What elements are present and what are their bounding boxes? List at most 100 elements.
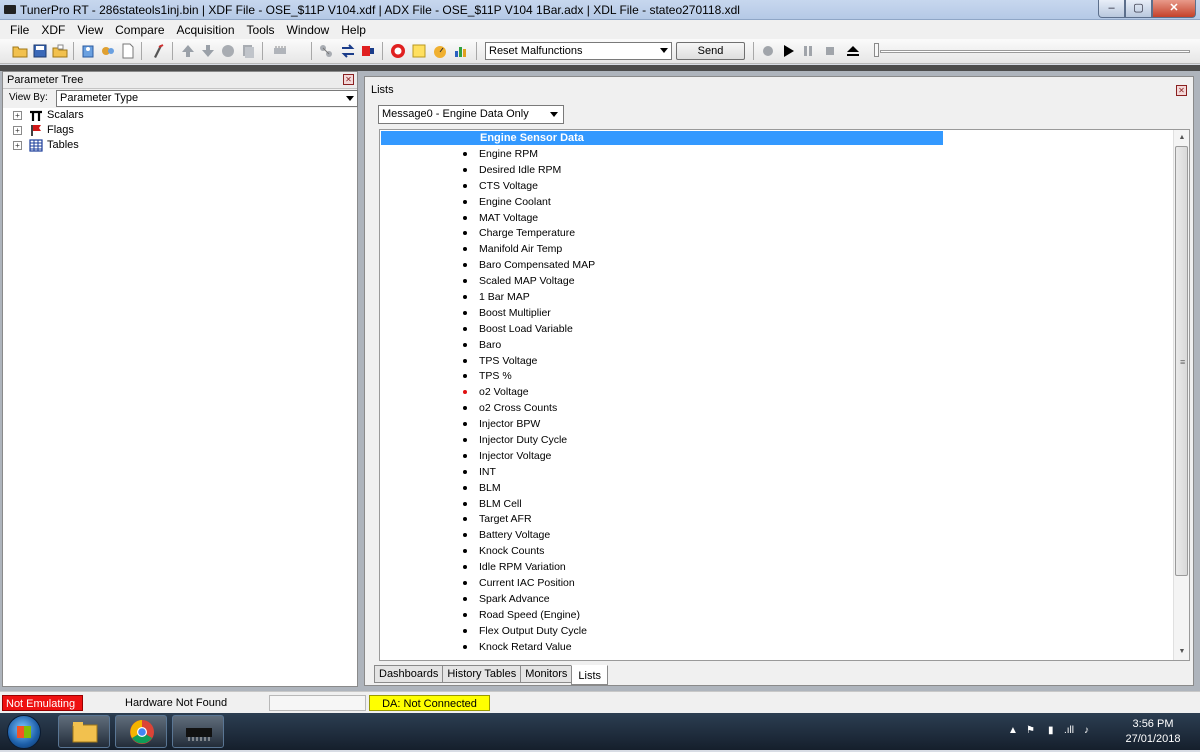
expand-icon[interactable]: + [13, 126, 22, 135]
list-item[interactable]: MAT Voltage [380, 210, 1175, 226]
tree-item-tables[interactable]: + Tables [3, 138, 357, 153]
save-icon[interactable] [32, 43, 48, 59]
list-item[interactable]: Current IAC Position [380, 575, 1175, 591]
list-item[interactable]: INT [380, 464, 1175, 480]
tab-dashboards[interactable]: Dashboards [374, 665, 444, 683]
list-item[interactable]: Boost Multiplier [380, 305, 1175, 321]
menu-file[interactable]: File [4, 23, 35, 37]
play-icon[interactable] [780, 43, 796, 59]
close-icon[interactable]: ✕ [1176, 85, 1187, 96]
gauge-icon[interactable] [432, 43, 448, 59]
tab-monitors[interactable]: Monitors [520, 665, 573, 683]
menu-tools[interactable]: Tools [241, 23, 281, 37]
list-item[interactable]: Knock Counts [380, 543, 1175, 559]
list-item[interactable]: Idle RPM Variation [380, 559, 1175, 575]
open-folder-icon[interactable] [12, 43, 28, 59]
arrow-down-icon[interactable] [200, 43, 216, 59]
menu-acquisition[interactable]: Acquisition [171, 23, 241, 37]
menu-help[interactable]: Help [335, 23, 372, 37]
open-file-icon[interactable] [52, 43, 68, 59]
minimize-button[interactable]: – [1098, 0, 1125, 18]
emulator-icon[interactable] [360, 43, 376, 59]
connect-icon[interactable] [318, 43, 334, 59]
list-item[interactable]: CTS Voltage [380, 178, 1175, 194]
close-button[interactable]: ✕ [1152, 0, 1196, 18]
clock[interactable]: 3:56 PM 27/01/2018 [1118, 717, 1188, 747]
compare-icon[interactable] [100, 43, 116, 59]
eject-icon[interactable] [845, 43, 861, 59]
list-item[interactable]: BLM Cell [380, 496, 1175, 512]
pause-icon[interactable] [800, 43, 816, 59]
record-icon[interactable] [220, 43, 236, 59]
list-item[interactable]: Manifold Air Temp [380, 241, 1175, 257]
new-file-icon[interactable] [120, 43, 136, 59]
vertical-scrollbar[interactable]: ▲ ≡ ▼ [1173, 130, 1189, 660]
volume-icon[interactable]: ♪ [1084, 725, 1089, 736]
swap-arrows-icon[interactable] [340, 43, 356, 59]
scroll-thumb[interactable]: ≡ [1175, 146, 1188, 576]
list-item[interactable]: o2 Voltage [380, 384, 1175, 400]
stop-icon[interactable] [822, 43, 838, 59]
flag-icon[interactable]: ⚑ [1026, 725, 1035, 736]
list-item[interactable]: o2 Cross Counts [380, 400, 1175, 416]
network-signal-icon[interactable]: .ıll [1064, 725, 1074, 736]
scroll-up-icon[interactable]: ▲ [1174, 130, 1189, 146]
scroll-down-icon[interactable]: ▼ [1174, 644, 1189, 660]
list-item[interactable]: Baro [380, 337, 1175, 353]
taskbar-file-explorer[interactable] [58, 715, 110, 748]
menu-window[interactable]: Window [281, 23, 336, 37]
notes-icon[interactable] [411, 43, 427, 59]
list-item[interactable]: Injector BPW [380, 416, 1175, 432]
list-item[interactable]: 1 Bar MAP [380, 289, 1175, 305]
list-item[interactable]: Charge Temperature [380, 225, 1175, 241]
list-item[interactable]: Knock Retard Value [380, 639, 1175, 655]
tree-item-scalars[interactable]: + Scalars [3, 108, 357, 123]
taskbar-chrome[interactable] [115, 715, 167, 748]
playback-slider-track[interactable] [880, 50, 1190, 53]
tray-expand-icon[interactable]: ▲ [1008, 725, 1018, 736]
list-item[interactable]: Flex Output Duty Cycle [380, 623, 1175, 639]
script-icon[interactable] [150, 43, 166, 59]
battery-icon[interactable]: ▮ [1048, 725, 1054, 736]
menu-xdf[interactable]: XDF [35, 23, 71, 37]
maximize-button[interactable]: ▢ [1125, 0, 1152, 18]
tab-history-tables[interactable]: History Tables [442, 665, 522, 683]
list-item[interactable]: Target AFR [380, 511, 1175, 527]
arrow-up-icon[interactable] [180, 43, 196, 59]
list-item[interactable]: Spark Advance [380, 591, 1175, 607]
tree-item-flags[interactable]: + Flags [3, 123, 357, 138]
tab-lists[interactable]: Lists [571, 665, 609, 685]
playback-slider-thumb[interactable] [874, 43, 879, 57]
list-item[interactable]: Battery Voltage [380, 527, 1175, 543]
list-item[interactable]: BLM [380, 480, 1175, 496]
list-item[interactable]: Injector Duty Cycle [380, 432, 1175, 448]
list-item[interactable]: TPS % [380, 368, 1175, 384]
list-header-selected[interactable]: Engine Sensor Data [381, 131, 943, 145]
list-item[interactable]: Baro Compensated MAP [380, 257, 1175, 273]
list-item[interactable]: TPS Voltage [380, 353, 1175, 369]
stop-sign-icon[interactable] [390, 43, 406, 59]
bar-chart-icon[interactable] [453, 43, 469, 59]
menu-compare[interactable]: Compare [109, 23, 170, 37]
close-icon[interactable]: ✕ [343, 74, 354, 85]
view-by-select[interactable]: Parameter Type [56, 90, 358, 107]
list-item[interactable]: Engine RPM [380, 146, 1175, 162]
list-item[interactable]: Boost Load Variable [380, 321, 1175, 337]
list-item[interactable]: Road Speed (Engine) [380, 607, 1175, 623]
list-item[interactable]: Engine Coolant [380, 194, 1175, 210]
send-button[interactable]: Send [676, 42, 745, 60]
expand-icon[interactable]: + [13, 111, 22, 120]
taskbar-tunerpro[interactable] [172, 715, 224, 748]
command-select[interactable]: Reset Malfunctions [485, 42, 672, 60]
message-select[interactable]: Message0 - Engine Data Only [378, 105, 564, 124]
start-button[interactable] [7, 715, 41, 749]
list-item[interactable]: Injector Voltage [380, 448, 1175, 464]
memory-icon[interactable] [272, 43, 288, 59]
load-xdf-icon[interactable] [80, 43, 96, 59]
list-item[interactable]: Desired Idle RPM [380, 162, 1175, 178]
expand-icon[interactable]: + [13, 141, 22, 150]
list-item[interactable]: Scaled MAP Voltage [380, 273, 1175, 289]
pages-icon[interactable] [240, 43, 256, 59]
record-circle-icon[interactable] [760, 43, 776, 59]
menu-view[interactable]: View [71, 23, 109, 37]
